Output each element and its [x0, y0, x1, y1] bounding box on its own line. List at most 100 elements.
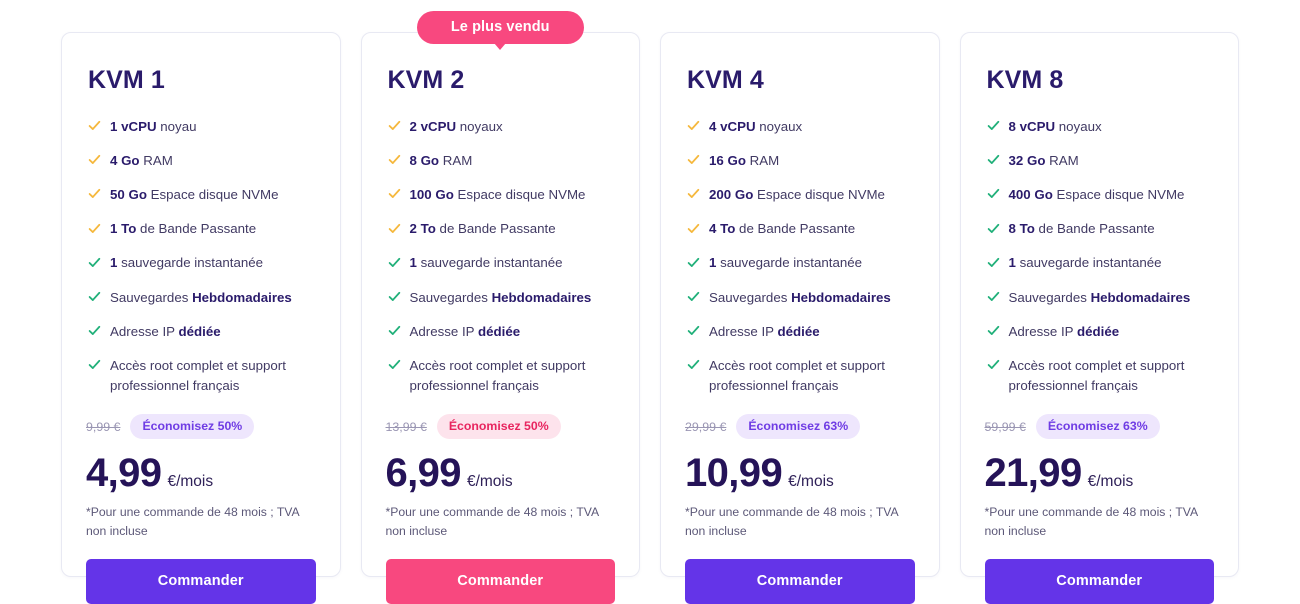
price-note: *Pour une commande de 48 mois ; TVA non …	[984, 505, 1198, 538]
feature-item: Accès root complet et support profession…	[987, 356, 1215, 396]
feature-label: 16 Go RAM	[709, 152, 780, 168]
feature-label: 100 Go Espace disque NVMe	[409, 186, 586, 202]
check-icon	[687, 326, 700, 336]
check-icon	[987, 291, 999, 301]
price-note: *Pour une commande de 48 mois ; TVA non …	[385, 505, 599, 538]
price-block: 9,99 € Économisez 50% 4,99 €/mois *Pour une …	[86, 396, 316, 604]
check-icon	[687, 223, 700, 233]
price-block: 13,99 € Économisez 50% 6,99 €/mois *Pour une…	[385, 396, 615, 604]
old-price-row: 9,99 € Économisez 50%	[86, 414, 316, 440]
plan-title: KVM 8	[986, 66, 1064, 94]
price-suffix: €/mois	[788, 473, 834, 491]
feature-label: 1 sauvegarde instantanée	[409, 255, 563, 271]
price-block: 29,99 € Économisez 63% 10,99 €/mois *Pour un…	[685, 396, 915, 604]
order-button-kvm-8[interactable]: Commander	[984, 558, 1214, 604]
check-icon	[88, 120, 101, 130]
plan-card-kvm-2: Le plus vendu KVM 2 2 vCPU noyaux 8 Go RAM 1…	[360, 11, 640, 604]
check-icon	[388, 223, 400, 233]
feature-list: 8 vCPU noyaux 32 Go RAM 400 Go Espace disq…	[985, 117, 1215, 397]
feature-item: Adresse IP dédiée	[88, 322, 316, 342]
feature-item: 2 vCPU noyaux	[388, 117, 616, 137]
feature-item: 200 Go Espace disque NVMe	[687, 185, 915, 205]
check-icon	[88, 291, 101, 301]
price-suffix: €/mois	[1087, 473, 1134, 491]
check-icon	[88, 326, 101, 336]
feature-label: 2 vCPU noyaux	[409, 118, 503, 134]
feature-item: 4 To de Bande Passante	[687, 219, 915, 239]
feature-label: 4 vCPU noyaux	[709, 118, 803, 134]
check-icon	[987, 120, 999, 130]
feature-item: 2 To de Bande Passante	[388, 219, 616, 239]
check-icon	[987, 189, 999, 199]
old-price: 9,99 €	[86, 419, 121, 434]
feature-item: 8 To de Bande Passante	[987, 219, 1215, 239]
price-suffix: €/mois	[167, 473, 214, 491]
feature-label: Sauvegardes Hebdomadaires	[709, 289, 891, 305]
feature-item: 16 Go RAM	[687, 151, 915, 171]
old-price: 29,99 €	[685, 419, 727, 434]
price-row: 4,99 €/mois	[86, 452, 316, 494]
check-icon	[687, 291, 700, 301]
savings-badge: Économisez 50%	[130, 414, 255, 440]
feature-label: 50 Go Espace disque NVMe	[110, 186, 279, 202]
feature-item: 32 Go RAM	[987, 151, 1215, 171]
plan-title: KVM 1	[88, 66, 165, 94]
order-button-kvm-4[interactable]: Commander	[685, 558, 915, 604]
check-icon	[88, 360, 101, 370]
feature-label: Sauvegardes Hebdomadaires	[1008, 289, 1191, 305]
check-icon	[687, 360, 700, 370]
check-icon	[388, 189, 400, 199]
feature-label: 1 sauvegarde instantanée	[709, 255, 863, 271]
check-icon	[88, 223, 101, 233]
feature-label: Adresse IP dédiée	[709, 323, 820, 339]
best-seller-badge: Le plus vendu	[416, 11, 584, 44]
feature-item: 1 vCPU noyau	[88, 117, 316, 137]
feature-item: Sauvegardes Hebdomadaires	[687, 288, 915, 308]
check-icon	[388, 155, 400, 165]
order-button-kvm-1[interactable]: Commander	[86, 558, 316, 604]
price-block: 59,99 € Économisez 63% 21,99 €/mois *Pour un…	[984, 396, 1215, 604]
check-icon	[88, 189, 101, 199]
feature-item: 1 sauvegarde instantanée	[687, 253, 915, 273]
old-price: 59,99 €	[984, 419, 1026, 434]
pricing-plans-grid: KVM 1 1 vCPU noyau 4 Go RAM 50 Go Espace di…	[0, 0, 1300, 604]
plan-card-kvm-1: KVM 1 1 vCPU noyau 4 Go RAM 50 Go Espace di…	[61, 32, 341, 604]
savings-badge: Économisez 50%	[436, 414, 561, 440]
feature-label: Accès root complet et support profession…	[1008, 357, 1185, 394]
price-row: 21,99 €/mois	[985, 452, 1215, 494]
feature-label: 1 To de Bande Passante	[110, 221, 257, 237]
price-amount: 6,99	[385, 451, 462, 496]
feature-label: 1 sauvegarde instantanée	[110, 255, 264, 271]
check-icon	[987, 155, 999, 165]
feature-list: 2 vCPU noyaux 8 Go RAM 100 Go Espace disqu…	[386, 117, 616, 397]
check-icon	[687, 120, 700, 130]
price-amount: 4,99	[86, 451, 162, 496]
feature-item: Sauvegardes Hebdomadaires	[88, 288, 316, 308]
check-icon	[388, 257, 400, 267]
feature-label: Sauvegardes Hebdomadaires	[409, 289, 592, 305]
feature-item: Accès root complet et support profession…	[388, 356, 616, 396]
feature-item: 4 Go RAM	[88, 151, 316, 171]
featured-badge-wrap: Le plus vendu	[362, 11, 640, 44]
price-row: 10,99 €/mois	[685, 452, 915, 494]
feature-label: 1 vCPU noyau	[110, 118, 197, 134]
feature-label: 8 To de Bande Passante	[1008, 221, 1155, 237]
feature-label: 4 To de Bande Passante	[709, 221, 856, 237]
feature-label: 8 Go RAM	[409, 152, 473, 168]
feature-label: 32 Go RAM	[1008, 152, 1079, 168]
check-icon	[987, 326, 999, 336]
feature-label: 400 Go Espace disque NVMe	[1008, 186, 1185, 202]
feature-item: Adresse IP dédiée	[388, 322, 616, 342]
feature-item: Adresse IP dédiée	[987, 322, 1215, 342]
check-icon	[388, 360, 400, 370]
feature-label: 200 Go Espace disque NVMe	[709, 186, 885, 202]
order-button-kvm-2[interactable]: Commander	[385, 558, 615, 604]
feature-item: 400 Go Espace disque NVMe	[987, 185, 1215, 205]
plan-title: KVM 4	[687, 66, 764, 94]
feature-item: Accès root complet et support profession…	[88, 356, 316, 396]
feature-label: Adresse IP dédiée	[110, 323, 221, 339]
feature-label: 1 sauvegarde instantanée	[1008, 255, 1162, 271]
price-amount: 10,99	[685, 451, 783, 496]
feature-label: Sauvegardes Hebdomadaires	[110, 289, 292, 305]
price-note: *Pour une commande de 48 mois ; TVA non …	[86, 505, 299, 538]
